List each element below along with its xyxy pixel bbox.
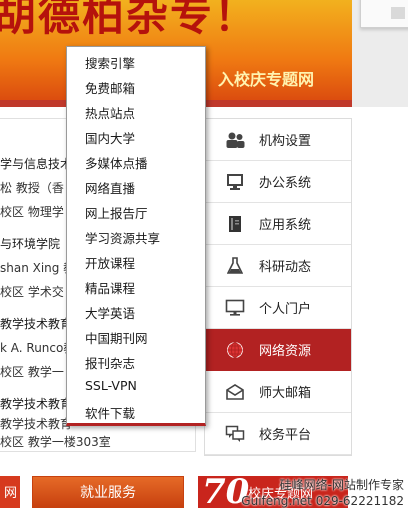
watermark-line1: 硅峰网络-网站制作专家 <box>279 478 404 492</box>
sidebar-item-label: 个人门户 <box>259 302 312 317</box>
sidebar-item-label: 校务平台 <box>259 428 312 443</box>
banner-subtitle: 入校庆专题网 <box>218 70 315 89</box>
sidebar-item-mail[interactable]: 师大邮箱 <box>205 371 351 413</box>
news-item-meta: 教学技术教育 <box>0 417 73 431</box>
monitor-icon <box>225 172 245 192</box>
news-item-meta: 校区 教学一 <box>0 365 64 379</box>
sidebar-item-portal[interactable]: 个人门户 <box>205 287 351 329</box>
watermark: 硅峰网络-网站制作专家 Guifeng.net 029-62221182 <box>241 477 404 509</box>
sidebar-item-label: 机构设置 <box>259 134 312 149</box>
sidebar-item-label: 办公系统 <box>259 176 312 191</box>
sidebar-item-label: 网络资源 <box>259 344 312 359</box>
menu-item-live-stream[interactable]: 网络直播 <box>85 178 135 197</box>
menu-item-cnki[interactable]: 中国期刊网 <box>85 328 148 347</box>
sidebar-item-network-resources[interactable]: 网络资源 <box>205 329 351 371</box>
menu-item-domestic-universities[interactable]: 国内大学 <box>85 128 135 147</box>
sidebar-item-label: 师大邮箱 <box>259 386 312 401</box>
menu-item-search-engine[interactable]: 搜索引擎 <box>85 53 135 72</box>
sidebar-nav: 机构设置 办公系统 应用系统 科研动态 个人门户 网络资源 师大邮箱 校务平台 <box>204 118 352 456</box>
menu-item-quality-courses[interactable]: 精品课程 <box>85 278 135 297</box>
sidebar-item-affairs[interactable]: 校务平台 <box>205 413 351 455</box>
photo-thumbnail <box>352 0 408 107</box>
menu-item-resource-sharing[interactable]: 学习资源共享 <box>85 228 160 247</box>
sidebar-item-label: 应用系统 <box>259 218 312 233</box>
network-resources-dropdown: 搜索引擎 免费邮箱 热点站点 国内大学 多媒体点播 网络直播 网上报告厅 学习资… <box>66 46 206 426</box>
sidebar-item-applications[interactable]: 应用系统 <box>205 203 351 245</box>
menu-item-online-lecture-hall[interactable]: 网上报告厅 <box>85 203 148 222</box>
news-item-title[interactable]: 学与信息技术 <box>0 155 72 172</box>
menu-item-software-download[interactable]: 软件下载 <box>85 403 135 422</box>
news-item-meta: 校区 学术交 <box>0 285 64 299</box>
bottom-left-label: 网 <box>4 486 18 501</box>
menu-item-hot-sites[interactable]: 热点站点 <box>85 103 135 122</box>
sidebar-item-organization[interactable]: 机构设置 <box>205 119 351 161</box>
news-item-meta: 松 教授（香 <box>0 181 64 195</box>
sidebar-item-research[interactable]: 科研动态 <box>205 245 351 287</box>
menu-item-newspapers[interactable]: 报刊杂志 <box>85 353 135 372</box>
bottom-left-banner[interactable]: 网 <box>0 476 20 508</box>
employment-service-button[interactable]: 就业服务 <box>32 476 184 508</box>
watermark-line2: Guifeng.net 029-62221182 <box>241 494 404 508</box>
chat-icon <box>225 424 245 444</box>
flask-icon <box>225 256 245 276</box>
news-item-meta: k A. Runco教 <box>0 341 76 355</box>
photo-image <box>360 0 408 28</box>
sidebar-item-office[interactable]: 办公系统 <box>205 161 351 203</box>
news-item-title[interactable]: 教学技术教育 <box>0 395 72 412</box>
people-icon <box>225 130 245 150</box>
book-icon <box>225 214 245 234</box>
news-item-title[interactable]: 教学技术教育 <box>0 315 72 332</box>
news-item-meta: 校区 物理学 <box>0 205 64 219</box>
news-item-meta: 校区 教学一楼303室 <box>0 435 111 449</box>
menu-item-college-english[interactable]: 大学英语 <box>85 303 135 322</box>
globe-icon <box>225 340 245 360</box>
sidebar-item-label: 科研动态 <box>259 260 312 275</box>
news-item-meta: shan Xing 教 <box>0 261 76 275</box>
mail-icon <box>225 382 245 402</box>
banner-headline: 胡德柏杂专！ <box>0 0 259 40</box>
news-item-title[interactable]: 与环境学院 <box>0 235 60 252</box>
menu-item-ssl-vpn[interactable]: SSL-VPN <box>85 378 137 393</box>
menu-item-free-email[interactable]: 免费邮箱 <box>85 78 135 97</box>
menu-item-open-courses[interactable]: 开放课程 <box>85 253 135 272</box>
menu-item-multimedia-vod[interactable]: 多媒体点播 <box>85 153 148 172</box>
display-icon <box>225 298 245 318</box>
